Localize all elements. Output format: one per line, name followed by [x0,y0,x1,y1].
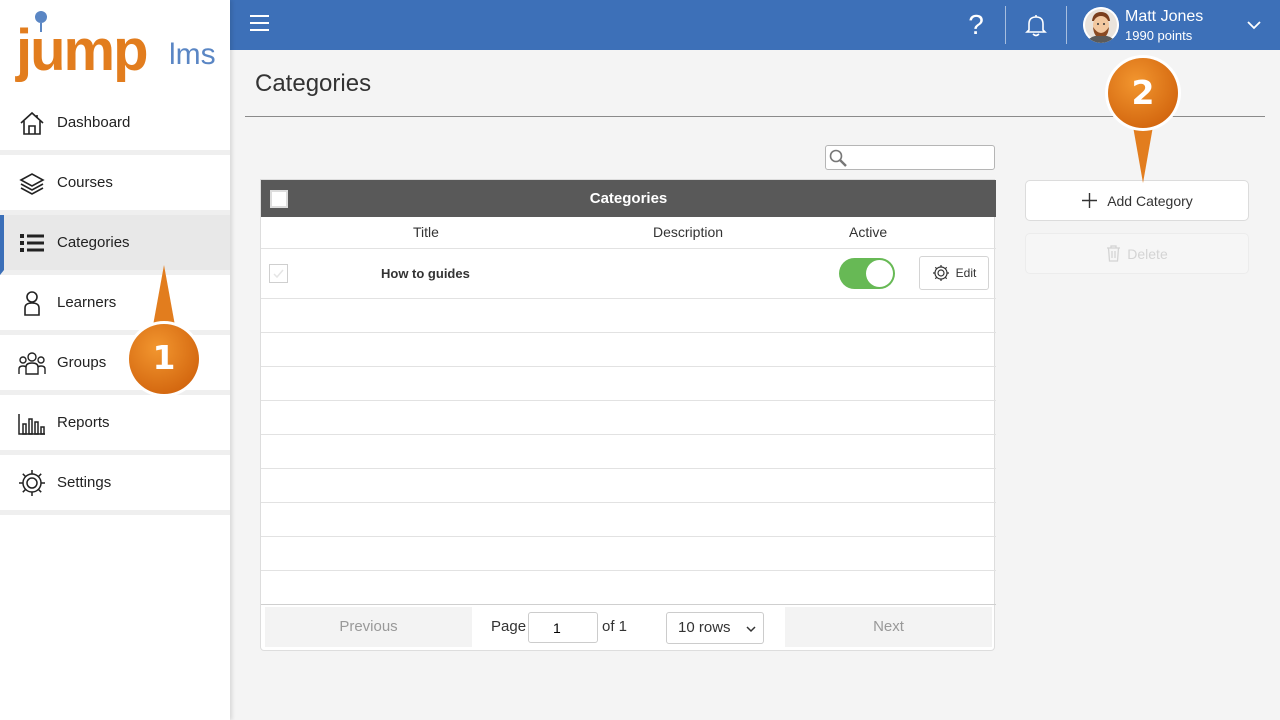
search-box[interactable] [825,145,995,170]
gear-icon [18,469,46,497]
add-category-label: Add Category [1107,192,1193,209]
column-header-title[interactable]: Title [413,224,439,240]
help-icon[interactable]: ? [965,9,987,41]
chevron-down-icon[interactable] [1246,17,1262,33]
home-icon [18,109,46,137]
person-icon [18,289,46,317]
row-divider [261,332,996,333]
row-divider [261,434,996,435]
row-divider [261,468,996,469]
delete-button[interactable]: Delete [1025,233,1249,274]
add-category-button[interactable]: Add Category [1025,180,1249,221]
callout-number: 1 [152,338,176,377]
next-button[interactable]: Next [785,607,992,647]
group-icon [18,349,46,377]
sidebar-item-label: Categories [57,234,130,251]
page-label: Page [491,618,527,635]
bell-icon[interactable] [1025,13,1047,37]
edit-button[interactable]: Edit [919,256,989,290]
plus-icon [1082,193,1098,208]
row-divider [261,502,996,503]
svg-text:jump: jump [15,18,147,83]
bar-chart-icon [18,409,46,437]
divider [1066,6,1067,44]
page-title: Categories [255,70,372,97]
row-title[interactable]: How to guides [381,266,470,281]
avatar[interactable] [1083,7,1119,43]
divider [1005,6,1006,44]
top-bar: ? Matt Jones 1990 points [230,0,1280,50]
column-header-active[interactable]: Active [849,224,887,240]
callout-marker-2: 2 [1103,55,1183,185]
search-icon [828,148,848,168]
row-divider [261,366,996,367]
callout-number: 2 [1131,73,1155,112]
page-count: of 1 [602,618,628,635]
row-divider [261,604,996,605]
rows-per-page-value: 10 rows [678,619,731,636]
menu-icon[interactable] [250,15,270,35]
trash-icon [1107,245,1121,262]
user-name[interactable]: Matt Jones [1125,8,1203,26]
user-points: 1990 points [1125,28,1193,43]
active-toggle[interactable] [839,258,895,289]
list-icon [18,229,46,257]
sidebar-item-dashboard[interactable]: Dashboard [0,95,230,155]
sidebar-item-label: Settings [57,474,112,491]
row-divider [261,570,996,571]
chevron-down-icon [746,626,756,633]
sidebar-item-label: Courses [57,174,113,191]
rows-per-page-select[interactable]: 10 rows [666,612,764,644]
row-divider [261,298,996,299]
table-header: Categories [261,180,996,217]
sidebar-item-label: Groups [57,354,107,371]
gear-icon [932,265,949,281]
search-input[interactable] [850,148,990,167]
row-divider [261,400,996,401]
toggle-knob [866,260,893,287]
callout-marker-1: 1 [124,265,204,400]
page-number-input[interactable] [528,612,598,643]
column-header-description[interactable]: Description [653,224,723,240]
jumplms-logo[interactable]: jump lms [14,8,219,90]
sidebar-item-label: Learners [57,294,117,311]
sidebar-item-courses[interactable]: Courses [0,155,230,215]
row-divider [261,248,996,249]
svg-text:lms: lms [169,38,216,71]
categories-table: Categories Title Description Active How … [260,179,996,651]
layers-icon [18,169,46,197]
sidebar-item-reports[interactable]: Reports [0,395,230,455]
table-header-title: Categories [589,190,668,207]
sidebar-item-label: Dashboard [57,114,131,131]
row-divider [261,536,996,537]
pagination: Previous Page of 1 10 rows Next [265,607,992,647]
sidebar-item-label: Reports [57,414,110,431]
select-all-checkbox[interactable] [270,190,288,208]
sidebar-item-settings[interactable]: Settings [0,455,230,515]
edit-label: Edit [955,266,977,280]
previous-button[interactable]: Previous [265,607,472,647]
delete-label: Delete [1127,245,1168,262]
row-checkbox[interactable] [269,264,288,283]
